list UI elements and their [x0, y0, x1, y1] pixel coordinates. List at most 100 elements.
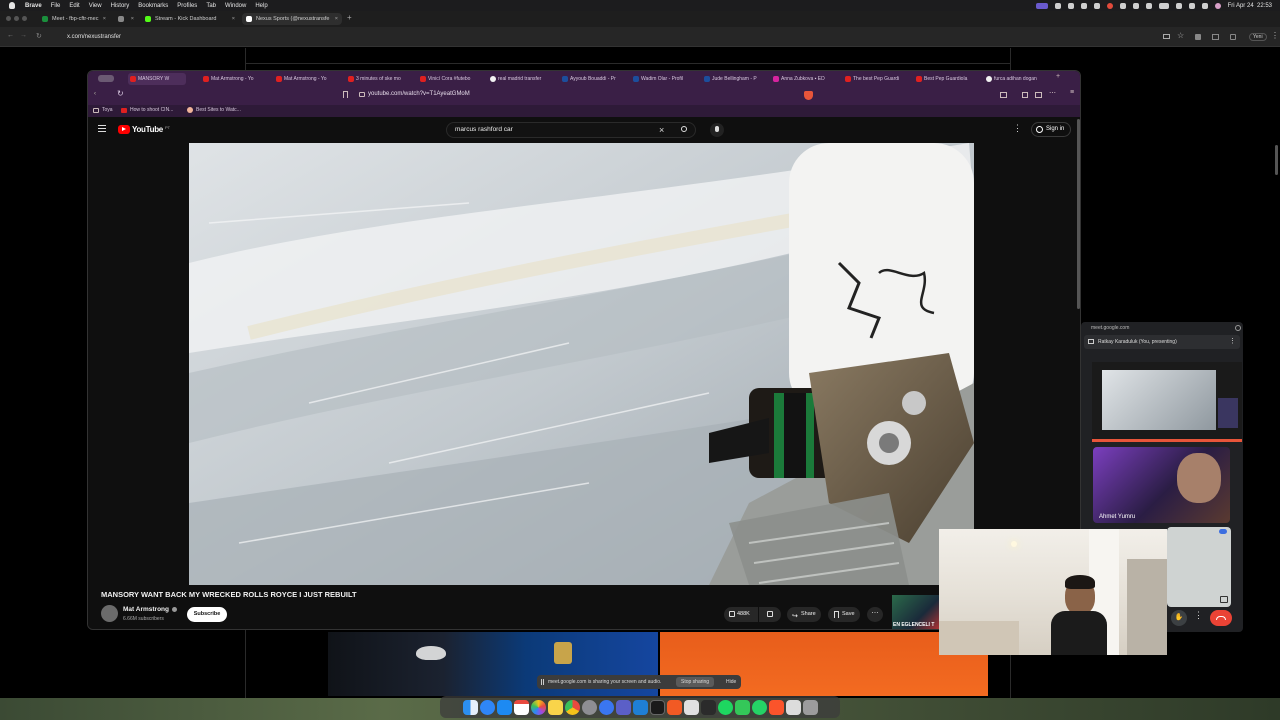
close-tab-icon[interactable]: ×	[335, 16, 338, 22]
extension-status-icon[interactable]	[1145, 2, 1152, 9]
extension-status-icon[interactable]	[1119, 2, 1126, 9]
whatsapp-icon[interactable]	[751, 699, 767, 715]
terminal-icon[interactable]	[649, 699, 665, 715]
inner-tab[interactable]: furca adihan dogan	[984, 73, 1050, 85]
finder-icon[interactable]	[462, 699, 478, 715]
channel-avatar[interactable]	[101, 605, 118, 622]
minimize-window-icon[interactable]	[14, 16, 19, 21]
menu-icon[interactable]: ⋮	[1271, 31, 1279, 40]
hamburger-menu-icon[interactable]	[98, 125, 106, 132]
inner-tab[interactable]: Mat Armstrong - Yo	[201, 73, 265, 85]
settings-gear-icon[interactable]	[581, 699, 597, 715]
outer-scrollbar[interactable]	[1275, 145, 1278, 175]
vscode-icon[interactable]	[632, 699, 648, 715]
control-center-icon[interactable]	[1201, 2, 1208, 9]
new-tab-icon[interactable]: +	[1056, 73, 1060, 80]
extensions-icon[interactable]	[1195, 34, 1201, 40]
self-camera-view[interactable]	[939, 529, 1167, 655]
menu-window[interactable]: Window	[225, 3, 246, 9]
video-player[interactable]	[189, 143, 974, 585]
meet-more-options-icon[interactable]: ⋮	[1194, 610, 1203, 621]
extension-status-icon[interactable]	[1093, 2, 1100, 9]
channel-name[interactable]: Mat Armstrong	[123, 606, 169, 613]
meet-close-icon[interactable]	[1235, 325, 1241, 331]
battery-icon[interactable]	[1158, 2, 1169, 9]
stop-sharing-button[interactable]: Stop sharing	[676, 677, 715, 687]
more-icon[interactable]: ⋯	[1049, 89, 1056, 97]
presenter-menu-icon[interactable]: ⋮	[1229, 335, 1236, 349]
close-tab-icon[interactable]: ×	[103, 16, 106, 22]
teams-icon[interactable]	[615, 699, 631, 715]
youtube-search-input[interactable]: marcus rashford car ×	[446, 122, 696, 138]
documents-folder-icon[interactable]	[785, 699, 801, 715]
profile-label[interactable]: Yeni	[1249, 33, 1267, 41]
save-button[interactable]: Save	[828, 607, 860, 622]
apple-icon[interactable]	[9, 2, 15, 9]
extension-status-icon[interactable]	[1080, 2, 1087, 9]
menu-history[interactable]: History	[111, 3, 130, 9]
inner-tab[interactable]: Ayyoub Bouaddi - Pr	[560, 73, 624, 85]
subscribe-button[interactable]: Subscribe	[187, 607, 227, 622]
youtube-logo[interactable]: YouTube PT	[118, 125, 170, 134]
bookmark-cinematic[interactable]: How to shoot CIN...	[121, 107, 173, 113]
outer-tab-meet[interactable]: Meet - fbp-cftr-mec ×	[38, 13, 110, 25]
spotify-icon[interactable]	[717, 699, 733, 715]
zoom-window-icon[interactable]	[22, 16, 27, 21]
bookmark-star-icon[interactable]: ☆	[1177, 31, 1184, 40]
brave-dock-icon[interactable]	[666, 699, 682, 715]
menu-view[interactable]: View	[89, 3, 102, 9]
like-button[interactable]: 488K	[724, 607, 758, 622]
bookmark-icon[interactable]	[343, 91, 348, 98]
recommended-thumbnail[interactable]: EN EGLENCELI T	[892, 595, 940, 629]
inner-tab[interactable]: Anna Zubkova ▪ ED	[771, 73, 835, 85]
hide-button[interactable]: Hide	[726, 679, 736, 685]
forward-icon[interactable]: →	[20, 32, 27, 39]
spotlight-icon[interactable]	[1188, 2, 1195, 9]
activity-monitor-icon[interactable]	[700, 699, 716, 715]
calendar-icon[interactable]	[513, 699, 529, 715]
extension-status-icon[interactable]	[1067, 2, 1074, 9]
inner-tab[interactable]: Mat Armstrong - Yo	[274, 73, 338, 85]
photos-icon[interactable]	[530, 699, 546, 715]
dislike-button[interactable]	[759, 607, 781, 622]
menu-help[interactable]: Help	[255, 3, 267, 9]
reload-icon[interactable]: ↻	[36, 32, 42, 40]
downloads-icon[interactable]	[1230, 34, 1236, 40]
inner-tab[interactable]: Wadim Olar - Profil	[631, 73, 695, 85]
leave-call-button[interactable]	[1210, 610, 1232, 626]
close-tab-icon[interactable]: ×	[131, 16, 134, 22]
sidebar-icon[interactable]	[1000, 92, 1007, 98]
cast-icon[interactable]	[1163, 34, 1170, 39]
inner-tab[interactable]: 3 minutes of ske mo	[346, 73, 410, 85]
safari-icon[interactable]	[479, 699, 495, 715]
trash-icon[interactable]	[802, 699, 818, 715]
window-traffic-lights[interactable]	[6, 16, 27, 21]
site-settings-icon[interactable]	[359, 92, 365, 97]
voice-search-button[interactable]	[710, 123, 724, 137]
siri-icon[interactable]	[1214, 2, 1221, 9]
self-tile-more-icon[interactable]	[1219, 529, 1227, 534]
settings-dots-icon[interactable]: ⋮	[1013, 123, 1022, 134]
menu-app-name[interactable]: Brave	[25, 3, 42, 9]
menu-bookmarks[interactable]: Bookmarks	[138, 3, 168, 9]
bookmark-toya[interactable]: Toya	[93, 107, 113, 113]
new-tab-icon[interactable]: +	[347, 13, 352, 22]
brave-dock-icon[interactable]	[768, 699, 784, 715]
raise-hand-button[interactable]: ✋	[1171, 610, 1187, 626]
wifi-icon[interactable]	[1175, 2, 1182, 9]
split-view-icon[interactable]	[1035, 92, 1042, 98]
screen-share-status-icon[interactable]	[1035, 2, 1048, 9]
close-window-icon[interactable]	[6, 16, 11, 21]
record-status-icon[interactable]	[1106, 2, 1113, 9]
menu-file[interactable]: File	[51, 3, 61, 9]
inner-tab[interactable]: The best Pep Guardi	[843, 73, 907, 85]
signal-icon[interactable]	[598, 699, 614, 715]
inner-tab[interactable]: Best Pep Guardiola	[914, 73, 978, 85]
close-tab-icon[interactable]: ×	[232, 16, 235, 22]
menu-tab[interactable]: Tab	[206, 3, 216, 9]
outer-tab-x-active[interactable]: Nexus Sports (@nexustransfe ×	[242, 13, 342, 25]
inner-window-controls[interactable]	[98, 75, 114, 82]
outer-tab-pinned[interactable]: ×	[114, 13, 138, 25]
self-tile-pip-icon[interactable]	[1220, 596, 1228, 603]
menu-icon[interactable]: ≡	[1070, 89, 1074, 96]
